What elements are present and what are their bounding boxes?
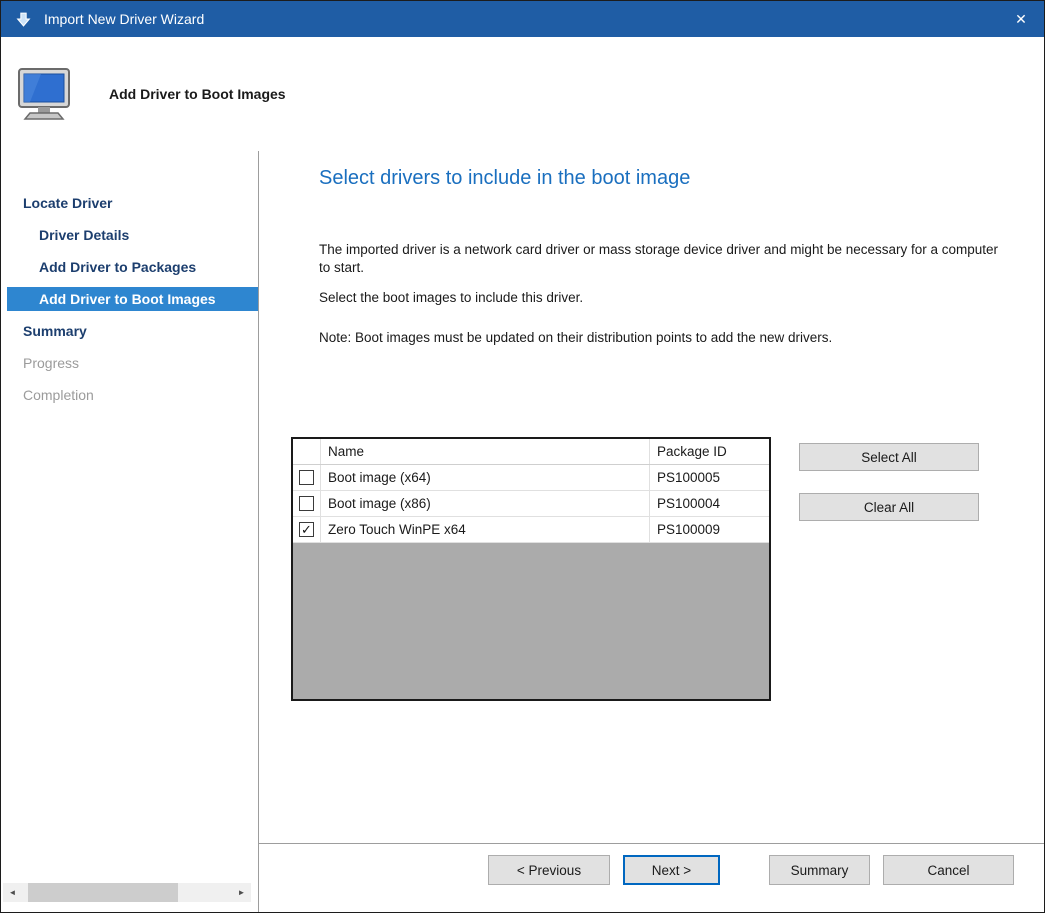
instruction-text: Select the boot images to include this d… [319, 289, 1009, 307]
table-row[interactable]: Boot image (x86) PS100004 [293, 491, 769, 517]
row-package-id: PS100004 [650, 491, 769, 516]
step-progress: Progress [1, 351, 258, 375]
wizard-steps-sidebar: Locate Driver Driver Details Add Driver … [1, 151, 259, 912]
page-title: Select drivers to include in the boot im… [319, 167, 690, 190]
import-new-driver-wizard-window: Import New Driver Wizard ✕ Add Driver to… [0, 0, 1045, 913]
step-driver-details: Driver Details [1, 223, 258, 247]
table-side-buttons: Select All Clear All [799, 443, 979, 543]
step-add-driver-to-packages: Add Driver to Packages [1, 255, 258, 279]
scroll-left-arrow-icon[interactable]: ◄ [3, 883, 22, 902]
wizard-footer-buttons: < Previous Next > Summary Cancel [488, 855, 1014, 885]
step-locate-driver: Locate Driver [1, 191, 258, 215]
row-checkbox[interactable] [299, 470, 314, 485]
boot-images-table: Name Package ID Boot image (x64) PS10000… [291, 437, 771, 701]
package-id-column-header[interactable]: Package ID [650, 439, 769, 464]
note-text: Note: Boot images must be updated on the… [319, 329, 1019, 347]
table-header-row: Name Package ID [293, 439, 769, 465]
step-label: Progress [23, 355, 79, 371]
table-row[interactable]: ✓ Zero Touch WinPE x64 PS100009 [293, 517, 769, 543]
clear-all-button[interactable]: Clear All [799, 493, 979, 521]
title-bar[interactable]: Import New Driver Wizard ✕ [1, 1, 1044, 37]
window-title: Import New Driver Wizard [44, 11, 204, 27]
checkbox-cell: ✓ [293, 517, 321, 542]
select-all-button[interactable]: Select All [799, 443, 979, 471]
close-icon[interactable]: ✕ [998, 1, 1044, 37]
row-package-id: PS100009 [650, 517, 769, 542]
row-checkbox[interactable]: ✓ [299, 522, 314, 537]
wizard-content: Select drivers to include in the boot im… [259, 151, 1044, 912]
table-row[interactable]: Boot image (x64) PS100005 [293, 465, 769, 491]
wizard-steps-list: Locate Driver Driver Details Add Driver … [1, 151, 258, 407]
cancel-button[interactable]: Cancel [883, 855, 1014, 885]
footer-divider [259, 843, 1044, 844]
step-label: Add Driver to Boot Images [39, 291, 216, 307]
wizard-icon [15, 11, 32, 28]
step-label: Summary [23, 323, 87, 339]
step-summary: Summary [1, 319, 258, 343]
summary-button[interactable]: Summary [769, 855, 870, 885]
header-title: Add Driver to Boot Images [109, 86, 286, 102]
step-completion: Completion [1, 383, 258, 407]
step-label: Completion [23, 387, 94, 403]
row-checkbox[interactable] [299, 496, 314, 511]
checkbox-cell [293, 465, 321, 490]
step-label: Driver Details [39, 227, 129, 243]
checkbox-cell [293, 491, 321, 516]
scrollbar-track[interactable] [22, 883, 232, 902]
row-name: Boot image (x64) [321, 465, 650, 490]
row-name: Boot image (x86) [321, 491, 650, 516]
next-button[interactable]: Next > [623, 855, 720, 885]
step-add-driver-to-boot-images: Add Driver to Boot Images [7, 287, 258, 311]
description-text: The imported driver is a network card dr… [319, 241, 1009, 277]
row-name: Zero Touch WinPE x64 [321, 517, 650, 542]
scroll-right-arrow-icon[interactable]: ► [232, 883, 251, 902]
checkbox-column-header [293, 439, 321, 464]
row-package-id: PS100005 [650, 465, 769, 490]
wizard-header: Add Driver to Boot Images [1, 37, 1044, 151]
step-label: Add Driver to Packages [39, 259, 196, 275]
scrollbar-thumb[interactable] [28, 883, 178, 902]
step-label: Locate Driver [23, 195, 112, 211]
previous-button[interactable]: < Previous [488, 855, 610, 885]
name-column-header[interactable]: Name [321, 439, 650, 464]
sidebar-horizontal-scrollbar[interactable]: ◄ ► [3, 883, 251, 902]
computer-icon [17, 67, 79, 121]
